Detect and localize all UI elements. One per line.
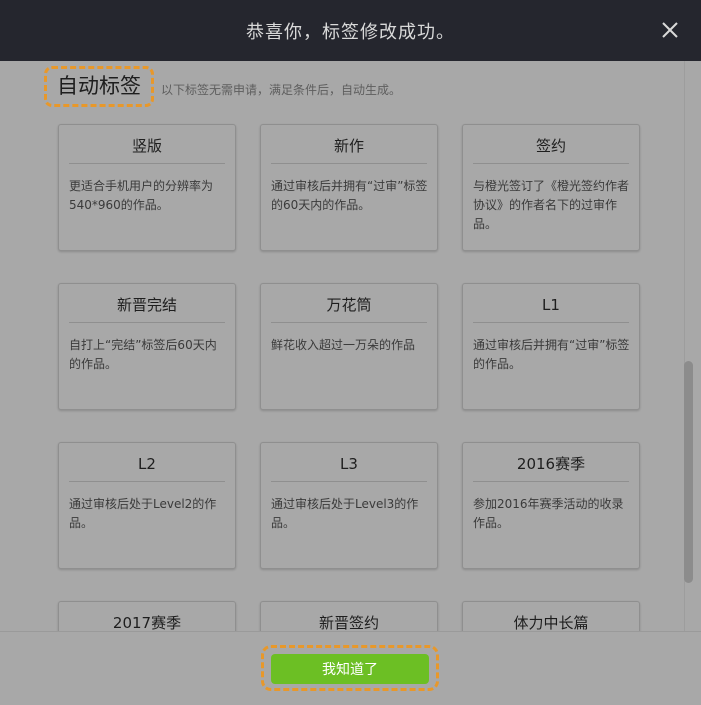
tag-card-title: 万花筒 <box>271 294 427 323</box>
tag-card-new: 新作 通过审核后并拥有“过审”标签的60天内的作品。 <box>260 124 438 251</box>
tag-card-kaleidoscope: 万花筒 鲜花收入超过一万朵的作品 <box>260 283 438 410</box>
section-header: 自动标签 以下标签无需申请，满足条件后，自动生成。 <box>44 66 401 107</box>
tag-card-description: 通过审核后并拥有“过审”标签的60天内的作品。 <box>271 179 428 212</box>
tag-card-l2: L2 通过审核后处于Level2的作品。 <box>58 442 236 569</box>
tag-card-l3: L3 通过审核后处于Level3的作品。 <box>260 442 438 569</box>
tag-card-description: 鲜花收入超过一万朵的作品 <box>271 338 416 352</box>
dialog-footer: 我知道了 <box>0 631 701 705</box>
tag-card-description: 与橙光签订了《橙光签约作者协议》的作者名下的过审作品。 <box>473 179 630 231</box>
tag-card-description: 通过审核后处于Level2的作品。 <box>69 497 217 530</box>
tag-card-description: 参加2016年赛季活动的收录作品。 <box>473 497 624 530</box>
tag-card-season-2017: 2017赛季 <box>58 601 236 631</box>
tag-list-panel: 自动标签 以下标签无需申请，满足条件后，自动生成。 竖版 更适合手机用户的分辨率… <box>0 61 701 631</box>
tag-card-title: 2017赛季 <box>69 612 225 631</box>
dialog-header: 恭喜你，标签修改成功。 <box>0 0 701 61</box>
section-title: 自动标签 <box>44 66 154 107</box>
tag-card-description: 通过审核后并拥有“过审”标签的作品。 <box>473 338 630 371</box>
tag-card-description: 通过审核后处于Level3的作品。 <box>271 497 419 530</box>
tag-card-title: L2 <box>69 453 225 482</box>
tag-card-title: 2016赛季 <box>473 453 629 482</box>
confirm-button-highlight: 我知道了 <box>261 645 439 691</box>
dialog-title: 恭喜你，标签修改成功。 <box>246 21 455 43</box>
close-button[interactable] <box>659 19 681 41</box>
tag-card-title: L1 <box>473 294 629 323</box>
tag-card-title: 新晋完结 <box>69 294 225 323</box>
tag-card-new-signed: 新晋签约 <box>260 601 438 631</box>
tag-card-title: 新晋签约 <box>271 612 427 631</box>
tag-card-title: 新作 <box>271 135 427 164</box>
tag-card-title: 签约 <box>473 135 629 164</box>
tag-card-long-story: 体力中长篇 <box>462 601 640 631</box>
tag-card-signed: 签约 与橙光签订了《橙光签约作者协议》的作者名下的过审作品。 <box>462 124 640 251</box>
tag-card-description: 自打上“完结”标签后60天内的作品。 <box>69 338 217 371</box>
tag-card-l1: L1 通过审核后并拥有“过审”标签的作品。 <box>462 283 640 410</box>
tag-card-new-finished: 新晋完结 自打上“完结”标签后60天内的作品。 <box>58 283 236 410</box>
scrollbar-thumb[interactable] <box>684 361 693 583</box>
confirm-button[interactable]: 我知道了 <box>271 654 429 684</box>
tag-card-title: 竖版 <box>69 135 225 164</box>
tag-card-vertical: 竖版 更适合手机用户的分辨率为540*960的作品。 <box>58 124 236 251</box>
tag-card-season-2016: 2016赛季 参加2016年赛季活动的收录作品。 <box>462 442 640 569</box>
tag-card-title: L3 <box>271 453 427 482</box>
section-description: 以下标签无需申请，满足条件后，自动生成。 <box>161 83 402 97</box>
close-icon <box>662 22 678 38</box>
tag-card-title: 体力中长篇 <box>473 612 629 631</box>
tag-card-description: 更适合手机用户的分辨率为540*960的作品。 <box>69 179 214 212</box>
